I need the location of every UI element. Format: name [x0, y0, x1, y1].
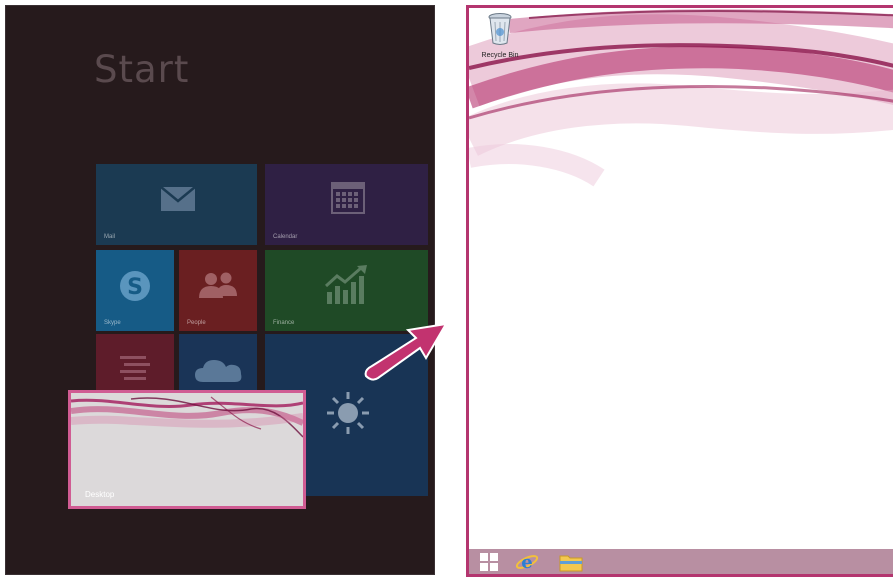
- internet-explorer-icon: e: [515, 552, 539, 573]
- desktop-wallpaper: [469, 8, 893, 198]
- calendar-icon: [331, 182, 365, 214]
- start-title: Start: [94, 48, 190, 91]
- reading-list-icon: [120, 356, 150, 380]
- tile-label: Mail: [104, 234, 116, 240]
- svg-text:e: e: [521, 552, 532, 573]
- taskbar-file-explorer[interactable]: [557, 549, 585, 574]
- taskbar: e: [469, 549, 893, 574]
- svg-text:S: S: [127, 275, 143, 300]
- start-screen: Start Mail Calendar S Skype People Finan…: [5, 5, 435, 575]
- windows-start-icon: [480, 552, 498, 571]
- skype-icon: S: [120, 271, 150, 301]
- recycle-bin-icon: [488, 13, 512, 45]
- start-button[interactable]: [475, 549, 503, 574]
- desktop-tile[interactable]: Desktop: [68, 390, 306, 509]
- recycle-bin-label: Recycle Bin: [481, 52, 519, 59]
- arrow-right-icon: [364, 322, 448, 381]
- tile-label: Skype: [104, 320, 121, 326]
- cloud-icon: [195, 360, 242, 382]
- tile-calendar[interactable]: Calendar: [265, 164, 428, 245]
- mail-icon: [160, 186, 196, 211]
- desktop-screen: Recycle Bin e: [466, 5, 893, 577]
- desktop-icon-recycle-bin[interactable]: Recycle Bin: [474, 12, 526, 59]
- tile-label: People: [187, 320, 206, 326]
- people-icon: [199, 272, 237, 298]
- tile-people[interactable]: People: [179, 250, 257, 331]
- taskbar-internet-explorer[interactable]: e: [513, 549, 541, 574]
- finance-chart-icon: [324, 265, 367, 304]
- tile-label: Calendar: [273, 234, 298, 240]
- tile-mail[interactable]: Mail: [96, 164, 257, 245]
- sun-icon: [327, 392, 369, 434]
- tile-label: Finance: [273, 320, 295, 326]
- tile-label-desktop: Desktop: [85, 490, 115, 499]
- tile-skype[interactable]: S Skype: [96, 250, 174, 331]
- file-explorer-icon: [559, 555, 583, 571]
